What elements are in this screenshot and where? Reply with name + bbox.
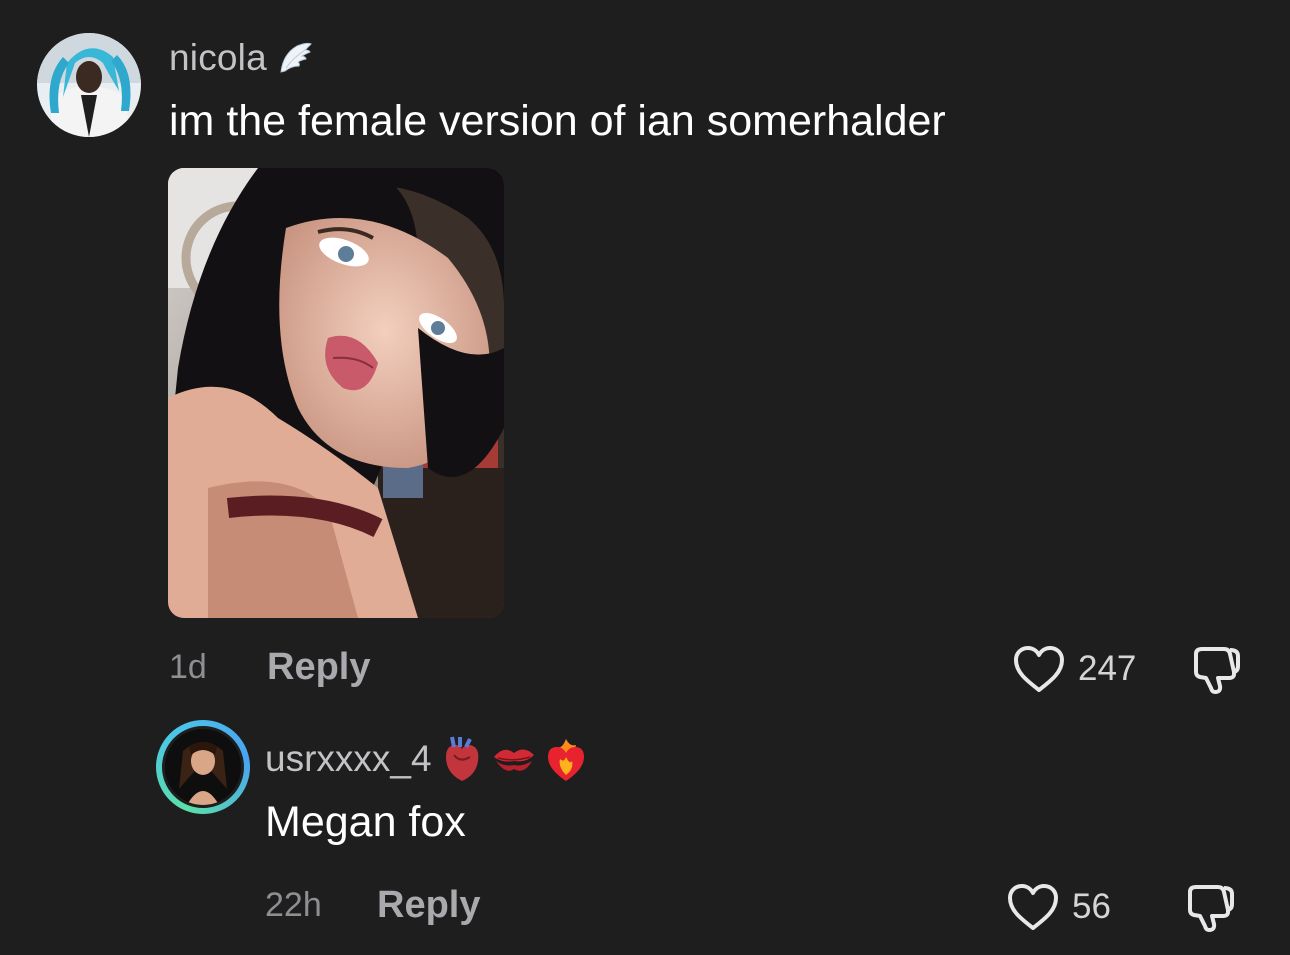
- comments-thread: nicola im the female version of ian some…: [0, 0, 1290, 955]
- kiss-mark-icon: [493, 749, 534, 771]
- thumbs-down-icon: [1188, 885, 1234, 932]
- avatar: [162, 726, 244, 808]
- comment-username[interactable]: nicola: [169, 36, 313, 80]
- comment-time: 1d: [169, 648, 207, 686]
- photo-image: [168, 168, 504, 618]
- like-button[interactable]: 56: [1006, 882, 1111, 932]
- avatar-image: [165, 729, 241, 805]
- avatar-story-ring[interactable]: [156, 720, 250, 814]
- avatar[interactable]: [37, 33, 141, 137]
- comment-time: 22h: [265, 886, 322, 924]
- comment-text: Megan fox: [265, 798, 466, 846]
- like-button[interactable]: 247: [1012, 644, 1136, 694]
- dislike-button[interactable]: [1184, 882, 1238, 939]
- username-text: usrxxxx_4: [265, 738, 432, 779]
- comment-username[interactable]: usrxxxx_4: [265, 733, 588, 785]
- comment-photo[interactable]: [168, 168, 504, 618]
- avatar-image: [37, 33, 141, 137]
- reply-button[interactable]: Reply: [267, 646, 370, 689]
- comment-text: im the female version of ian somerhalder: [169, 97, 946, 145]
- like-count: 56: [1072, 887, 1111, 926]
- heart-outline-icon: [1014, 646, 1064, 692]
- heart-on-fire-icon: [547, 739, 584, 781]
- angel-wing-icon: [280, 42, 312, 73]
- reply-button[interactable]: Reply: [377, 884, 480, 927]
- heart-outline-icon: [1008, 884, 1058, 930]
- like-count: 247: [1078, 649, 1137, 688]
- thumbs-down-icon: [1194, 647, 1240, 694]
- anatomical-heart-icon: [445, 736, 478, 781]
- username-text: nicola: [169, 37, 267, 78]
- dislike-button[interactable]: [1190, 644, 1244, 701]
